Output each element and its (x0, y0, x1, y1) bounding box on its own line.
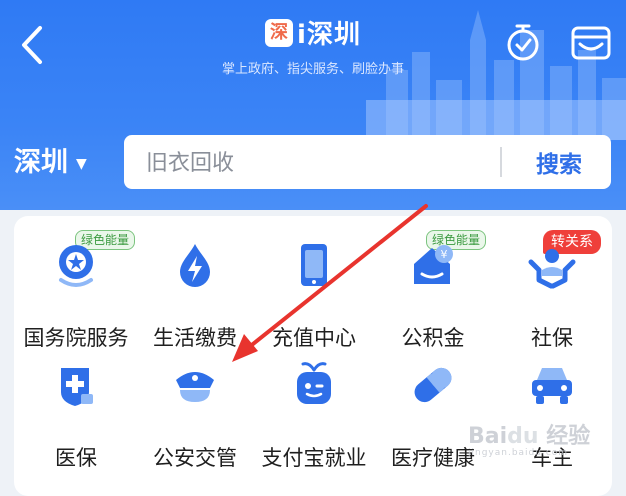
search-input[interactable] (144, 143, 488, 183)
housing-fund-icon: ¥ (414, 245, 453, 284)
service-label: 医保 (55, 446, 97, 470)
service-state-council[interactable]: 绿色能量 国务院服务 (17, 230, 136, 350)
service-housing-fund[interactable]: 绿色能量 ¥ 公积金 (374, 230, 492, 350)
service-label: 社保 (531, 326, 573, 350)
alipay-robot-icon (297, 362, 331, 404)
search-divider (500, 147, 502, 177)
search-button[interactable]: 搜索 (514, 143, 604, 181)
svg-text:¥: ¥ (441, 248, 448, 261)
watermark: Baidu 经验 jingyan.baidu.com (468, 424, 591, 458)
service-label: 充值中心 (272, 326, 356, 350)
city-selector[interactable]: 深圳 ▼ (14, 140, 87, 179)
caret-down-icon: ▼ (76, 155, 87, 172)
header: 深i深圳 掌上政府、指尖服务、刷脸办事 深圳▼ 搜索 (0, 0, 626, 210)
city-name: 深圳 (14, 147, 68, 178)
card-wallet-icon[interactable] (570, 24, 612, 62)
car-icon (532, 368, 572, 404)
state-council-emblem-icon (59, 245, 93, 287)
search-bar: 搜索 (124, 135, 611, 189)
service-recharge-center[interactable]: 充值中心 (255, 232, 373, 350)
phone-recharge-icon (301, 244, 327, 286)
service-label: 支付宝就业 (261, 446, 367, 470)
app-logo-icon: 深 (265, 18, 294, 47)
service-alipay-employment[interactable]: 支付宝就业 (255, 352, 373, 470)
service-police-traffic[interactable]: 公安交管 (136, 352, 254, 470)
service-label: 公积金 (401, 326, 465, 350)
police-cap-icon (176, 372, 214, 402)
bolt-drop-icon (180, 244, 210, 287)
service-social-security[interactable]: 转关系 社保 (493, 230, 611, 350)
service-label: 生活缴费 (153, 326, 237, 350)
service-utility-bills[interactable]: 生活缴费 (136, 232, 254, 350)
service-label: 国务院服务 (23, 326, 129, 350)
service-label: 公安交管 (153, 446, 237, 470)
medical-insurance-icon (61, 368, 93, 406)
timer-icon[interactable] (503, 22, 543, 62)
pill-capsule-icon (414, 367, 452, 403)
app-title: i深圳 (297, 20, 361, 50)
service-medical-insurance[interactable]: 医保 (17, 352, 135, 470)
social-security-icon (528, 249, 576, 289)
